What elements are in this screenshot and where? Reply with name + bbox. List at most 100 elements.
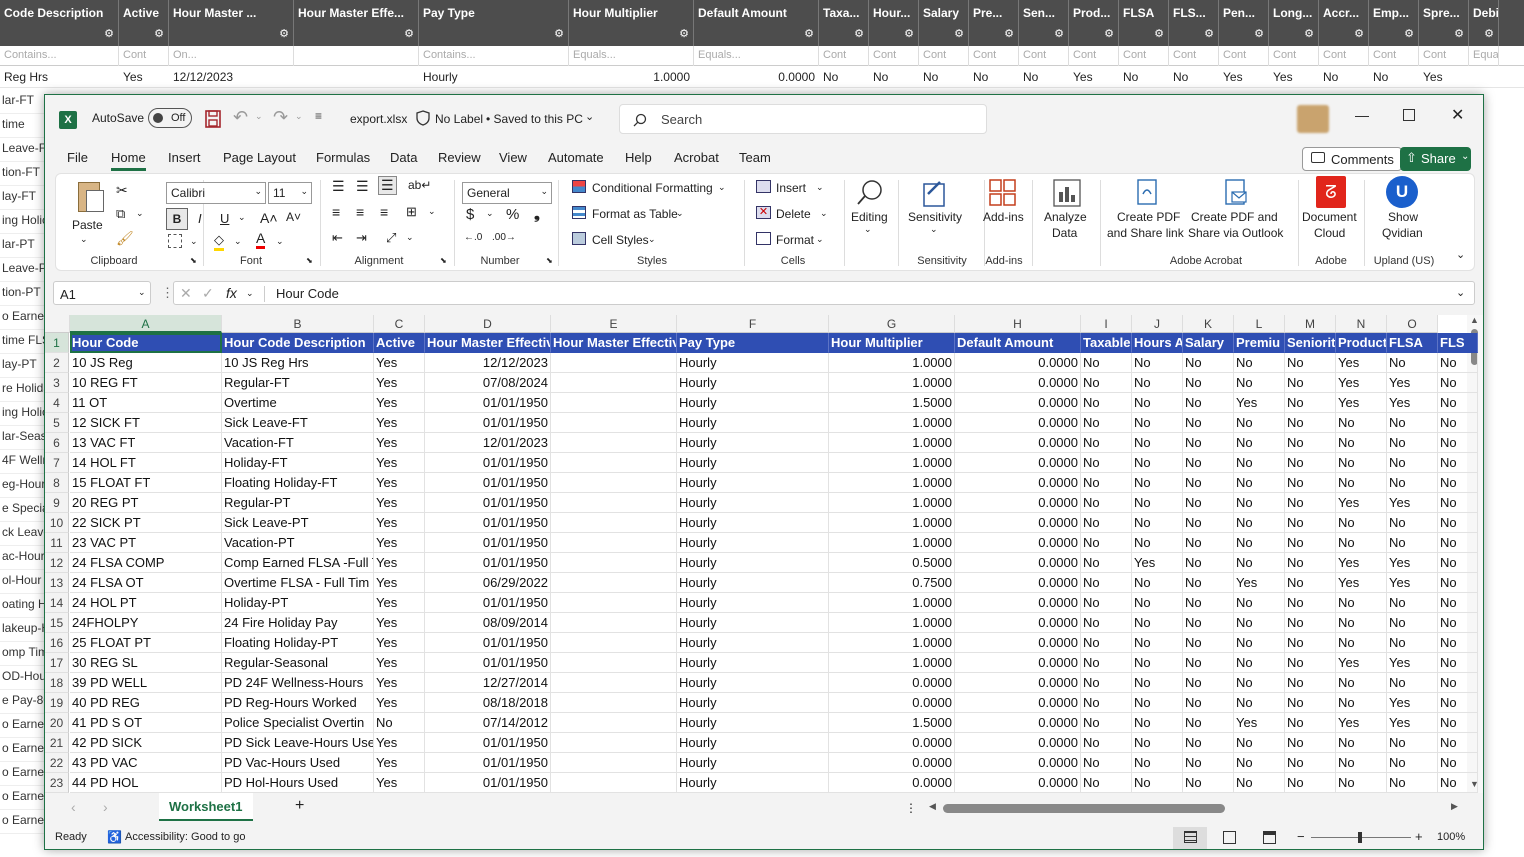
table-cell[interactable]: 01/01/1950 [425, 633, 551, 653]
table-cell[interactable]: No [1336, 733, 1387, 753]
maximize-icon[interactable] [1403, 109, 1415, 121]
table-cell[interactable]: Hourly [677, 393, 829, 413]
table-cell[interactable]: Floating Holiday-FT [222, 473, 374, 493]
align-middle-icon[interactable]: ☰ [356, 178, 369, 195]
table-cell[interactable]: Overtime FLSA - Full Tim [222, 573, 374, 593]
table-cell[interactable]: No [1285, 553, 1336, 573]
table-cell[interactable]: No [1387, 513, 1438, 533]
table-cell[interactable]: Yes [374, 513, 425, 533]
background-filter-cell[interactable]: Cont [1019, 46, 1069, 66]
sensitivity-icon[interactable] [920, 178, 948, 208]
table-cell[interactable]: 0.0000 [955, 453, 1081, 473]
chevron-down-icon[interactable]: ⌄ [136, 208, 144, 219]
tab-automate[interactable]: Automate [548, 150, 604, 165]
tab-review[interactable]: Review [438, 150, 481, 165]
font-name-select[interactable]: Calibri ⌄ [166, 182, 266, 204]
table-cell[interactable]: No [1285, 393, 1336, 413]
table-cell[interactable]: No [1234, 533, 1285, 553]
table-cell[interactable]: Hourly [677, 653, 829, 673]
table-cell[interactable]: 08/09/2014 [425, 613, 551, 633]
table-cell[interactable]: Yes [1336, 653, 1387, 673]
font-color-icon[interactable]: A [256, 230, 266, 249]
header-cell[interactable]: Hour Master Effectiv [551, 333, 677, 353]
table-cell[interactable]: No [1081, 693, 1132, 713]
table-cell[interactable]: Hourly [677, 433, 829, 453]
header-cell[interactable]: Default Amount [955, 333, 1081, 353]
table-cell[interactable]: No [1132, 433, 1183, 453]
table-cell[interactable]: No [1234, 513, 1285, 533]
cell-styles-icon[interactable] [572, 232, 586, 245]
add-sheet-icon[interactable]: + [295, 797, 304, 815]
scroll-right-icon[interactable]: ▶ [1451, 801, 1458, 812]
pdf-share-icon[interactable] [1134, 178, 1162, 208]
column-header[interactable]: E [551, 315, 677, 333]
tab-page-layout[interactable]: Page Layout [223, 150, 296, 165]
copy-icon[interactable]: ⧉ [116, 206, 125, 222]
format-painter-icon[interactable]: 🖌 [116, 230, 134, 247]
table-cell[interactable]: PD 24F Wellness-Hours [222, 673, 374, 693]
gear-icon[interactable]: ⚙ [404, 27, 414, 40]
table-cell[interactable]: Yes [1234, 393, 1285, 413]
enter-icon[interactable]: ✓ [202, 285, 214, 302]
table-cell[interactable]: No [1081, 673, 1132, 693]
chevron-down-icon[interactable]: ⌄ [820, 208, 828, 219]
column-header[interactable]: K [1183, 315, 1234, 333]
conditional-formatting-icon[interactable] [572, 180, 586, 193]
increase-decimal-icon[interactable]: ←.0 [464, 232, 482, 243]
table-cell[interactable]: No [1387, 453, 1438, 473]
table-cell[interactable]: No [1438, 673, 1478, 693]
table-cell[interactable]: No [1081, 753, 1132, 773]
table-cell[interactable]: 1.0000 [829, 613, 955, 633]
background-filter-cell[interactable]: Cont [969, 46, 1019, 66]
table-cell[interactable] [551, 553, 677, 573]
table-cell[interactable]: No [1438, 353, 1478, 373]
tab-data[interactable]: Data [390, 150, 417, 165]
table-cell[interactable]: Hourly [677, 473, 829, 493]
table-cell[interactable] [551, 393, 677, 413]
table-cell[interactable]: No [1234, 493, 1285, 513]
table-cell[interactable]: No [1132, 513, 1183, 533]
tab-team[interactable]: Team [739, 150, 771, 165]
chevron-down-icon[interactable]: ⌄ [80, 234, 88, 245]
table-cell[interactable]: 0.0000 [955, 593, 1081, 613]
table-cell[interactable]: No [1438, 513, 1478, 533]
table-cell[interactable]: Yes [1336, 493, 1387, 513]
row-header[interactable]: 2 [45, 353, 69, 373]
table-cell[interactable]: No [1387, 473, 1438, 493]
column-header[interactable]: I [1081, 315, 1132, 333]
table-cell[interactable]: No [1132, 593, 1183, 613]
table-cell[interactable]: No [1336, 773, 1387, 793]
table-cell[interactable]: No [1387, 733, 1438, 753]
row-header[interactable]: 10 [45, 513, 69, 533]
table-cell[interactable]: 0.0000 [955, 413, 1081, 433]
insert-cells-icon[interactable] [756, 180, 771, 193]
table-cell[interactable]: 01/01/1950 [425, 493, 551, 513]
table-cell[interactable]: No [1336, 753, 1387, 773]
table-cell[interactable]: Yes [374, 673, 425, 693]
table-cell[interactable]: Yes [374, 413, 425, 433]
analyze-data-icon[interactable] [1052, 178, 1082, 208]
table-cell[interactable]: 0.0000 [829, 753, 955, 773]
chevron-down-icon[interactable]: ⌄ [428, 206, 436, 217]
table-cell[interactable]: 0.0000 [955, 633, 1081, 653]
table-cell[interactable]: Yes [374, 473, 425, 493]
header-cell[interactable]: Pay Type [677, 333, 829, 353]
table-cell[interactable]: No [1132, 453, 1183, 473]
tab-view[interactable]: View [499, 150, 527, 165]
expand-formula-icon[interactable]: ⌄ [1456, 286, 1465, 299]
format-table-icon[interactable] [572, 206, 586, 219]
header-cell[interactable]: Seniorit [1285, 333, 1336, 353]
delete-cells-icon[interactable]: ✕ [756, 206, 771, 219]
table-cell[interactable]: No [1387, 673, 1438, 693]
row-header[interactable]: 19 [45, 693, 69, 713]
table-cell[interactable]: 12/27/2014 [425, 673, 551, 693]
gear-icon[interactable]: ⚙ [1354, 27, 1364, 40]
table-cell[interactable] [551, 713, 677, 733]
table-cell[interactable]: Hourly [677, 513, 829, 533]
table-cell[interactable]: No [1438, 373, 1478, 393]
table-cell[interactable]: PD Reg-Hours Worked [222, 693, 374, 713]
table-cell[interactable]: 20 REG PT [70, 493, 222, 513]
table-cell[interactable]: No [1438, 653, 1478, 673]
tab-file[interactable]: File [67, 150, 88, 165]
table-cell[interactable]: No [1183, 693, 1234, 713]
